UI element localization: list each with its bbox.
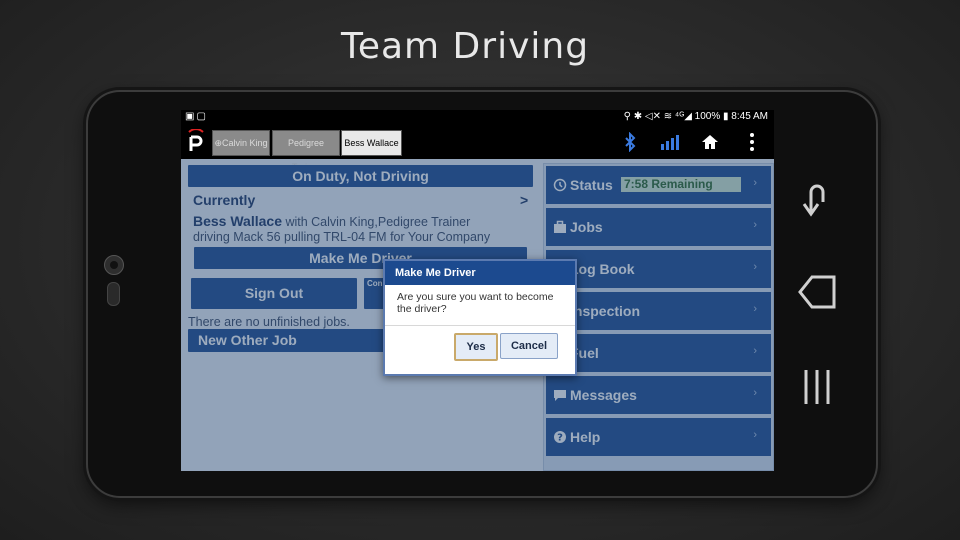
dialog-title: Make Me Driver — [385, 261, 575, 285]
back-nav-icon[interactable] — [796, 178, 838, 220]
status-indicators: ⚲ ✱ ◁✕ ≋ ⁴ᴳ◢ 100% ▮ 8:45 AM — [623, 111, 768, 122]
sensor-icon — [107, 282, 120, 306]
slide-title: Team Driving — [340, 26, 590, 67]
signal-icon[interactable] — [660, 132, 680, 152]
bluetooth-icon[interactable] — [620, 132, 640, 152]
dialog-message: Are you sure you want to become the driv… — [397, 291, 554, 315]
yes-button[interactable]: Yes — [454, 333, 498, 361]
home-nav-icon[interactable] — [796, 272, 838, 314]
device-screen: ▣▢ ⚲ ✱ ◁✕ ≋ ⁴ᴳ◢ 100% ▮ 8:45 AM ⊕Calvin K… — [181, 110, 774, 471]
recents-nav-icon[interactable] — [796, 366, 838, 408]
app-logo-icon — [188, 129, 204, 151]
home-icon[interactable] — [700, 132, 720, 152]
tab-pedigree-trainer[interactable]: Pedigree Trainer — [272, 130, 340, 172]
more-icon[interactable] — [742, 132, 762, 152]
app-bar: ⊕Calvin King Pedigree Trainer Bess Walla… — [181, 125, 774, 172]
tab-calvin-king[interactable]: ⊕Calvin King — [212, 130, 270, 156]
camera-icon — [104, 255, 124, 275]
dialog-divider — [385, 325, 575, 326]
make-me-driver-dialog: Make Me Driver Are you sure you want to … — [383, 259, 577, 376]
status-bar: ▣▢ ⚲ ✱ ◁✕ ≋ ⁴ᴳ◢ 100% ▮ 8:45 AM — [181, 110, 774, 125]
cancel-button[interactable]: Cancel — [500, 333, 558, 359]
tab-bess-wallace[interactable]: Bess Wallace — [341, 130, 402, 156]
notification-icons: ▣▢ — [185, 111, 208, 122]
